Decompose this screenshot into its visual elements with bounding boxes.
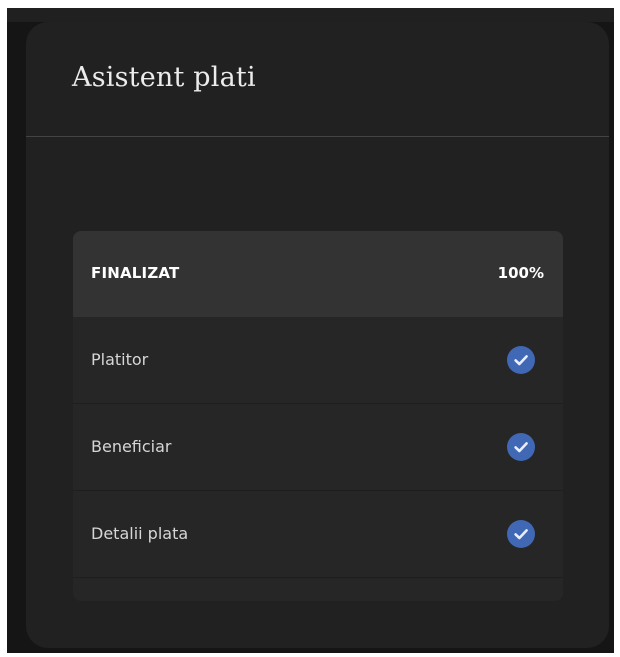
status-label: FINALIZAT (91, 264, 180, 282)
payment-assistant-panel: Asistent plati FINALIZAT 100% Platitor B… (26, 22, 609, 648)
app-frame: Asistent plati FINALIZAT 100% Platitor B… (7, 8, 614, 653)
panel-title: Asistent plati (72, 62, 256, 93)
step-row-platitor[interactable]: Platitor (73, 317, 563, 404)
check-circle-icon (507, 520, 535, 548)
completion-percent: 100% (497, 264, 544, 282)
check-circle-icon (507, 433, 535, 461)
step-label: Detalii plata (91, 524, 189, 543)
step-label: Beneficiar (91, 437, 172, 456)
panel-header: Asistent plati (26, 22, 609, 137)
step-row-detalii-plata[interactable]: Detalii plata (73, 491, 563, 578)
top-strip (7, 8, 614, 22)
step-row-beneficiar[interactable]: Beneficiar (73, 404, 563, 491)
progress-header: FINALIZAT 100% (73, 231, 563, 317)
check-circle-icon (507, 346, 535, 374)
progress-card: FINALIZAT 100% Platitor Beneficiar Detal… (73, 231, 563, 601)
step-label: Platitor (91, 350, 149, 369)
